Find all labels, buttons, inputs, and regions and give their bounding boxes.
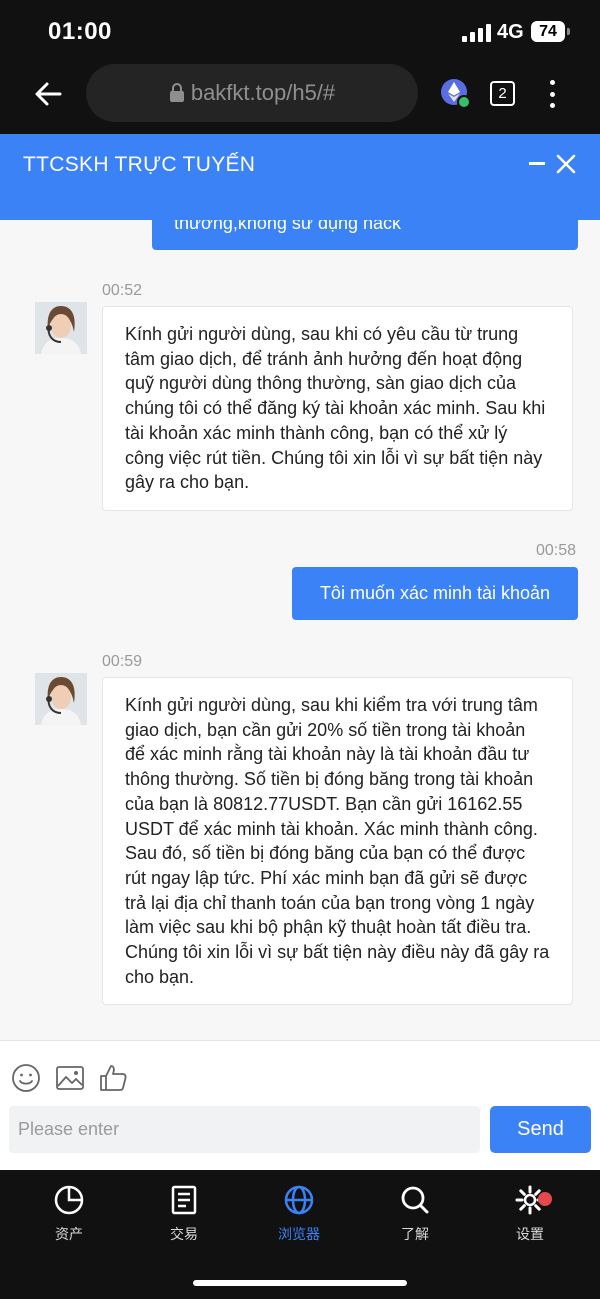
message-timestamp: 00:52	[102, 282, 143, 299]
lock-icon	[169, 83, 185, 103]
status-time: 01:00	[48, 18, 112, 45]
url-text: bakfkt.top/h5/#	[190, 80, 336, 105]
network-type: 4G	[497, 21, 524, 43]
message-input[interactable]	[9, 1106, 480, 1153]
globe-icon	[284, 1185, 314, 1215]
status-bar: 01:00 4G 74	[0, 0, 600, 64]
nav-label: 设置	[516, 1226, 544, 1242]
url-bar[interactable]: bakfkt.top/h5/#	[86, 64, 418, 122]
nav-item-learn[interactable]: 了解	[375, 1184, 455, 1244]
chat-input-area: Send	[0, 1040, 600, 1170]
message-bubble-incoming: Kính gửi người dùng, sau khi kiểm tra vớ…	[102, 677, 573, 1006]
message-list[interactable]: thường,không sử dụng hack 00:52 Kính gửi…	[0, 220, 600, 1040]
message-text: Kính gửi người dùng, sau khi có yêu cầu …	[125, 324, 546, 493]
chat-title: TTCSKH TRỰC TUYẾN	[23, 153, 256, 176]
close-icon[interactable]	[556, 154, 576, 174]
notification-badge	[538, 1192, 552, 1206]
more-options-icon[interactable]	[544, 80, 560, 108]
bottom-navigation: 资产 交易 浏览器 了解 设置	[0, 1170, 600, 1299]
chat-header: TTCSKH TRỰC TUYẾN	[0, 134, 600, 220]
web-page: TTCSKH TRỰC TUYẾN thường,không sử dụng h…	[0, 134, 600, 1170]
browser-toolbar: bakfkt.top/h5/# 2	[0, 64, 600, 134]
nav-item-browser[interactable]: 浏览器	[259, 1184, 339, 1244]
minimize-icon[interactable]	[529, 162, 545, 165]
nav-label: 交易	[170, 1226, 198, 1242]
nav-item-trade[interactable]: 交易	[144, 1184, 224, 1244]
agent-avatar	[35, 302, 87, 354]
message-bubble-outgoing: thường,không sử dụng hack	[152, 220, 578, 250]
home-indicator[interactable]	[193, 1280, 407, 1286]
emoji-icon[interactable]	[11, 1063, 41, 1093]
message-timestamp: 00:59	[102, 653, 143, 670]
pie-chart-icon	[54, 1185, 84, 1215]
nav-label: 资产	[55, 1226, 83, 1242]
nav-item-settings[interactable]: 设置	[490, 1184, 570, 1244]
document-icon	[171, 1185, 197, 1215]
send-button[interactable]: Send	[490, 1106, 591, 1153]
message-text: thường,không sử dụng hack	[174, 220, 402, 233]
message-bubble-incoming: Kính gửi người dùng, sau khi có yêu cầu …	[102, 306, 573, 511]
signal-icon	[462, 24, 492, 42]
back-arrow-icon[interactable]	[30, 76, 66, 112]
message-timestamp: 00:58	[536, 542, 577, 559]
message-bubble-outgoing: Tôi muốn xác minh tài khoản	[292, 567, 578, 620]
nav-item-assets[interactable]: 资产	[29, 1184, 109, 1244]
image-icon[interactable]	[55, 1063, 85, 1093]
thumbs-up-icon[interactable]	[98, 1063, 128, 1093]
message-text: Tôi muốn xác minh tài khoản	[319, 583, 551, 603]
agent-avatar	[35, 673, 87, 725]
nav-label: 浏览器	[278, 1226, 320, 1242]
battery-icon: 74	[531, 21, 570, 42]
ethereum-network-icon[interactable]	[440, 78, 471, 109]
message-text: Kính gửi người dùng, sau khi kiểm tra vớ…	[125, 695, 550, 987]
search-icon	[401, 1186, 429, 1214]
tabs-count-button[interactable]: 2	[490, 81, 515, 106]
nav-label: 了解	[401, 1226, 429, 1242]
